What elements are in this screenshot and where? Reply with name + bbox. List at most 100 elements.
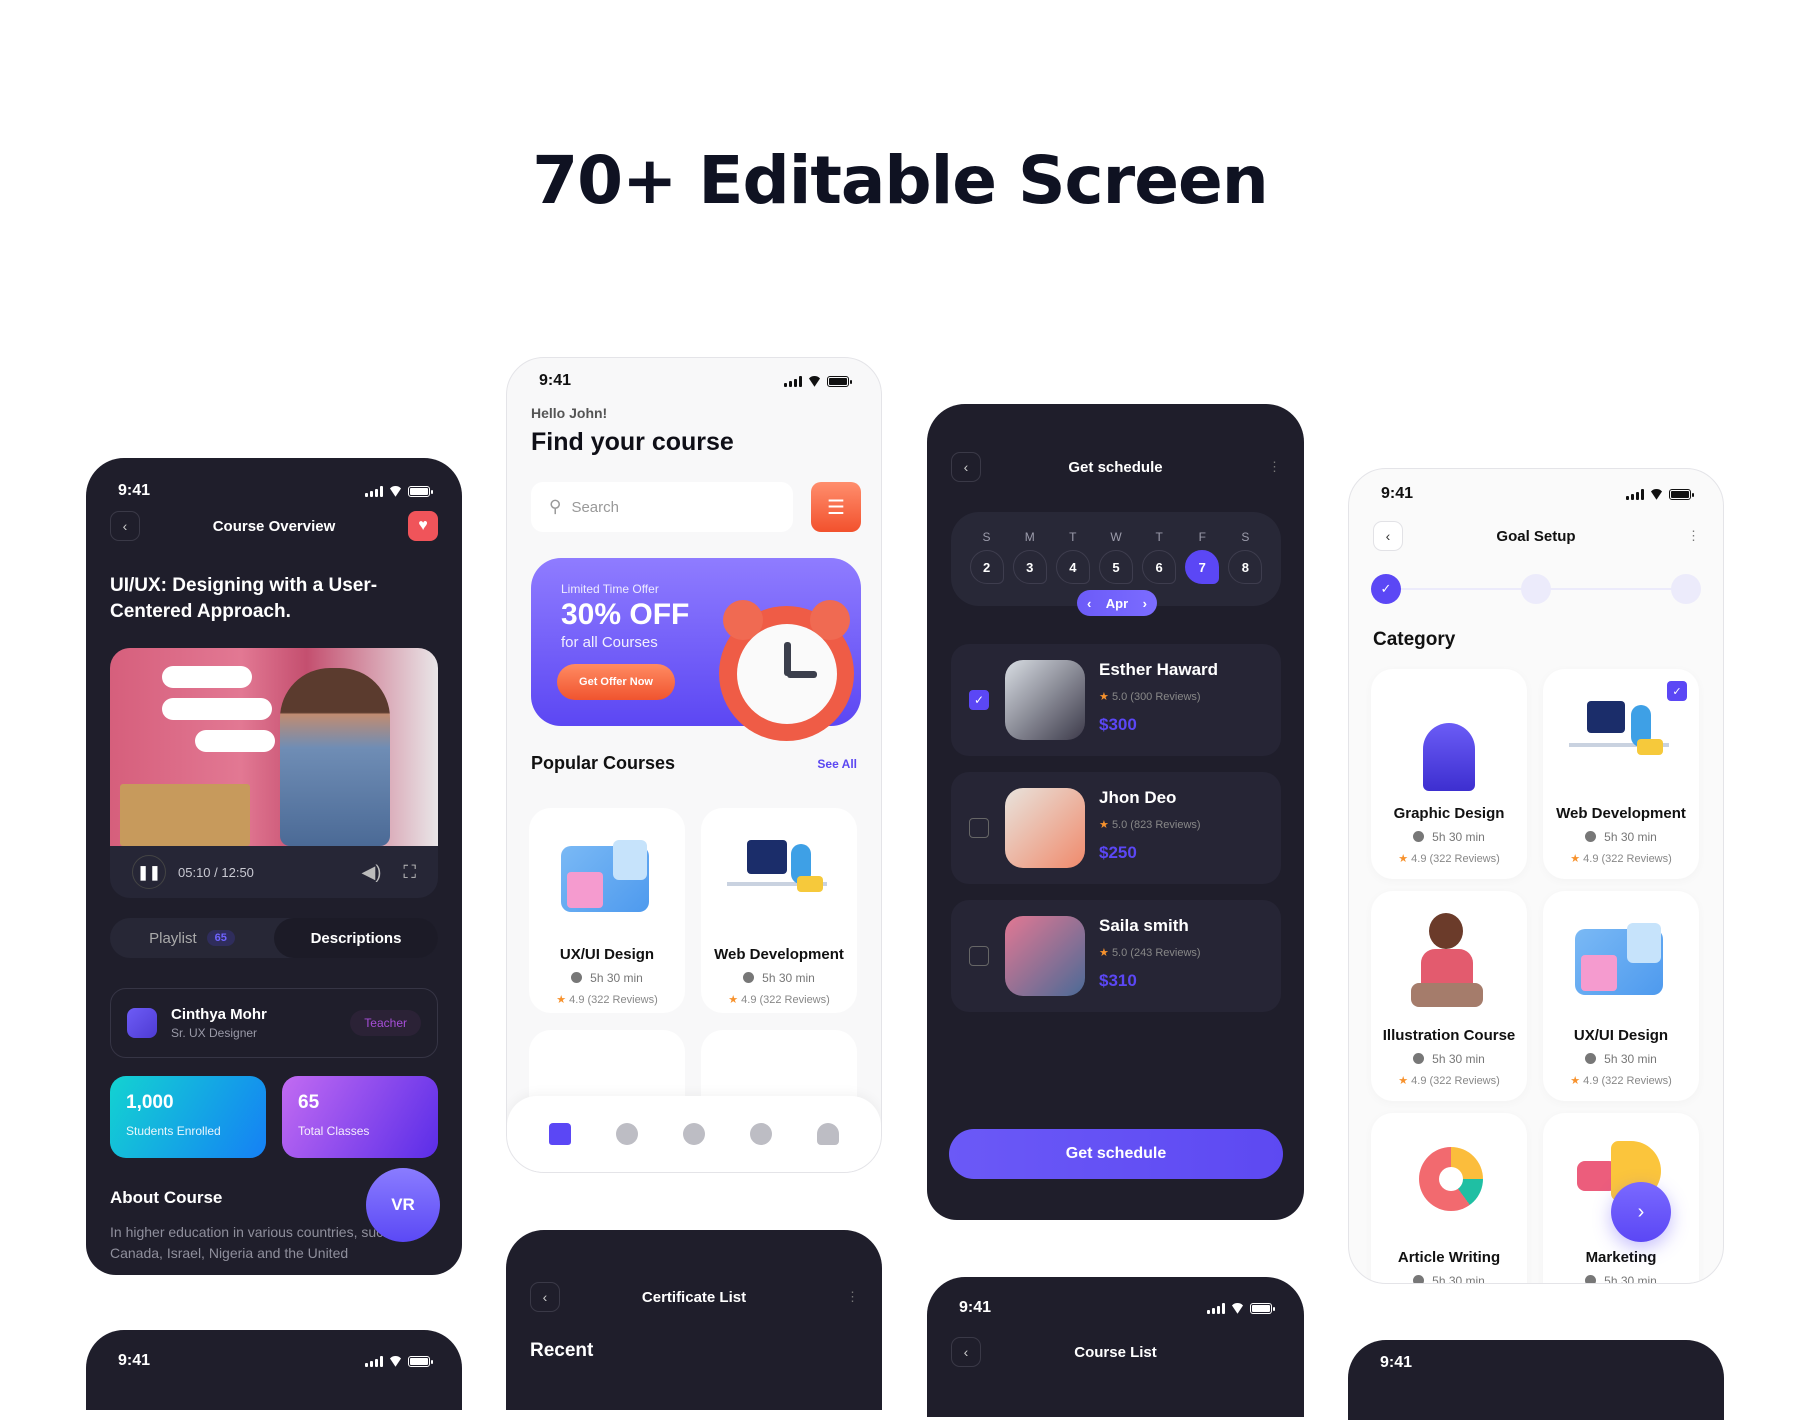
heart-icon: ♥ bbox=[418, 517, 428, 534]
category-card[interactable]: UX/UI Design 5h 30 min ★ 4.9 (322 Review… bbox=[1543, 891, 1699, 1101]
category-card[interactable]: ✓ Web Development 5h 30 min ★ 4.9 (322 R… bbox=[1543, 669, 1699, 879]
chevron-left-icon[interactable]: ‹ bbox=[1087, 596, 1091, 611]
category-card[interactable]: Graphic Design 5h 30 min ★ 4.9 (322 Revi… bbox=[1371, 669, 1527, 879]
course-name: Web Development bbox=[714, 946, 844, 963]
chevron-right-icon[interactable]: › bbox=[1143, 596, 1147, 611]
weekday-label: S bbox=[982, 530, 991, 544]
category-rating: ★ 4.9 (322 Reviews) bbox=[1570, 1075, 1672, 1087]
category-card[interactable]: Illustration Course 5h 30 min ★ 4.9 (322… bbox=[1371, 891, 1527, 1101]
clock-icon bbox=[1585, 831, 1597, 842]
status-bar: 9:41 bbox=[86, 482, 462, 500]
vr-button[interactable]: VR bbox=[366, 1168, 440, 1242]
more-icon[interactable]: ⋮ bbox=[1268, 459, 1281, 475]
search-input[interactable]: ⚲ Search bbox=[531, 482, 793, 532]
date-chip[interactable]: 2 bbox=[969, 550, 1004, 584]
month-label: Apr bbox=[1105, 595, 1129, 611]
clock-icon bbox=[571, 972, 583, 983]
next-button[interactable]: › bbox=[1611, 1182, 1671, 1242]
signal-icon bbox=[365, 1355, 383, 1367]
fullscreen-icon[interactable]: ⛶ bbox=[403, 862, 416, 883]
more-icon[interactable]: ⋮ bbox=[846, 1289, 859, 1305]
status-time: 9:41 bbox=[959, 1299, 992, 1316]
date-chip[interactable]: 4 bbox=[1055, 550, 1090, 584]
pause-button[interactable]: ❚❚ bbox=[132, 855, 166, 889]
date-chip[interactable]: 3 bbox=[1012, 550, 1047, 584]
category-rating: ★ 4.9 (322 Reviews) bbox=[1398, 853, 1500, 865]
category-illustration bbox=[1567, 687, 1675, 793]
back-button[interactable]: ‹ bbox=[951, 452, 981, 482]
category-name: Marketing bbox=[1585, 1249, 1657, 1266]
teacher-option[interactable]: ✓ Esther Haward ★ 5.0 (300 Reviews) $300 bbox=[951, 644, 1281, 756]
status-time: 9:41 bbox=[118, 482, 151, 499]
promo-headline: 30% OFF bbox=[561, 598, 690, 631]
filter-button[interactable]: ☰ bbox=[811, 482, 861, 532]
star-icon: ★ bbox=[1398, 853, 1409, 865]
signal-icon bbox=[365, 485, 383, 497]
date-chip[interactable]: 6 bbox=[1142, 550, 1177, 584]
nav-title: Course List bbox=[1074, 1343, 1157, 1361]
promo-kicker: Limited Time Offer bbox=[561, 582, 659, 596]
battery-icon bbox=[408, 1355, 433, 1367]
playlist-count-badge: 65 bbox=[206, 930, 235, 946]
category-card[interactable]: Article Writing 5h 30 min bbox=[1371, 1113, 1527, 1283]
pause-icon: ❚❚ bbox=[137, 863, 161, 880]
course-rating: ★ 4.9 (322 Reviews) bbox=[556, 994, 658, 1006]
teacher-rating: ★ 5.0 (300 Reviews) bbox=[1099, 691, 1201, 703]
more-icon[interactable]: ⋮ bbox=[1687, 528, 1700, 544]
phone-bottom-right: 9:41 bbox=[1348, 1340, 1724, 1420]
nav-title: Course Overview bbox=[212, 517, 336, 535]
teacher-role: Sr. UX Designer bbox=[171, 1026, 258, 1040]
category-rating: ★ 4.9 (322 Reviews) bbox=[1570, 853, 1672, 865]
stat-value: 65 bbox=[298, 1092, 320, 1113]
stat-classes: 65 Total Classes bbox=[282, 1076, 438, 1158]
clock-icon bbox=[1413, 1053, 1425, 1064]
back-button[interactable]: ‹ bbox=[530, 1282, 560, 1312]
chevron-right-icon: › bbox=[1637, 1200, 1645, 1223]
teacher-card[interactable]: Cinthya Mohr Sr. UX Designer Teacher bbox=[110, 988, 438, 1058]
category-name: Graphic Design bbox=[1393, 805, 1505, 822]
get-schedule-button[interactable]: Get schedule bbox=[949, 1129, 1283, 1179]
back-button[interactable]: ‹ bbox=[1373, 521, 1403, 551]
teacher-option[interactable]: Saila smith ★ 5.0 (243 Reviews) $310 bbox=[951, 900, 1281, 1012]
date-chip[interactable]: 7 bbox=[1185, 550, 1220, 584]
month-selector[interactable]: ‹ Apr › bbox=[1077, 590, 1157, 616]
checkbox[interactable] bbox=[969, 946, 989, 966]
see-all-link[interactable]: See All bbox=[817, 757, 857, 771]
promo-sub: for all Courses bbox=[561, 634, 658, 651]
weekday-label: T bbox=[1069, 530, 1077, 544]
category-name: Article Writing bbox=[1397, 1249, 1501, 1266]
star-icon: ★ bbox=[1099, 947, 1109, 959]
search-icon[interactable] bbox=[682, 1123, 705, 1145]
greeting: Hello John! bbox=[531, 405, 608, 421]
tab-descriptions[interactable]: Descriptions bbox=[274, 918, 438, 958]
course-card[interactable]: UX/UI Design 5h 30 min ★ 4.9 (322 Review… bbox=[529, 808, 685, 1013]
video-player[interactable]: ❚❚ 05:10 / 12:50 ◀) ⛶ bbox=[110, 648, 438, 898]
back-button[interactable]: ‹ bbox=[110, 511, 140, 541]
video-thumbnail bbox=[110, 648, 438, 846]
date-chip[interactable]: 8 bbox=[1228, 550, 1263, 584]
home-icon[interactable] bbox=[549, 1123, 572, 1145]
teacher-name: Esther Haward bbox=[1099, 660, 1219, 679]
get-offer-button[interactable]: Get Offer Now bbox=[557, 664, 675, 700]
date-chip[interactable]: 5 bbox=[1098, 550, 1133, 584]
avatar bbox=[127, 1008, 157, 1038]
status-bar: 9:41 bbox=[507, 372, 881, 390]
page-title: Find your course bbox=[531, 428, 734, 456]
course-card[interactable]: Web Development 5h 30 min ★ 4.9 (322 Rev… bbox=[701, 808, 857, 1013]
star-icon: ★ bbox=[1099, 691, 1109, 703]
search-placeholder: Search bbox=[571, 498, 619, 516]
profile-icon[interactable] bbox=[816, 1123, 839, 1145]
checkbox[interactable] bbox=[969, 818, 989, 838]
course-illustration bbox=[721, 826, 837, 936]
category-duration: 5h 30 min bbox=[1543, 1052, 1699, 1066]
promo-banner[interactable]: Limited Time Offer 30% OFF for all Cours… bbox=[531, 558, 861, 741]
tab-playlist[interactable]: Playlist 65 bbox=[110, 918, 274, 958]
teacher-option[interactable]: Jhon Deo ★ 5.0 (823 Reviews) $250 bbox=[951, 772, 1281, 884]
favorite-button[interactable]: ♥ bbox=[408, 511, 438, 541]
weekday-label: T bbox=[1155, 530, 1163, 544]
back-button[interactable]: ‹ bbox=[951, 1337, 981, 1367]
checkbox[interactable]: ✓ bbox=[969, 690, 989, 710]
volume-icon[interactable]: ◀) bbox=[362, 862, 382, 883]
explore-icon[interactable] bbox=[616, 1123, 639, 1145]
chat-icon[interactable] bbox=[749, 1123, 772, 1145]
